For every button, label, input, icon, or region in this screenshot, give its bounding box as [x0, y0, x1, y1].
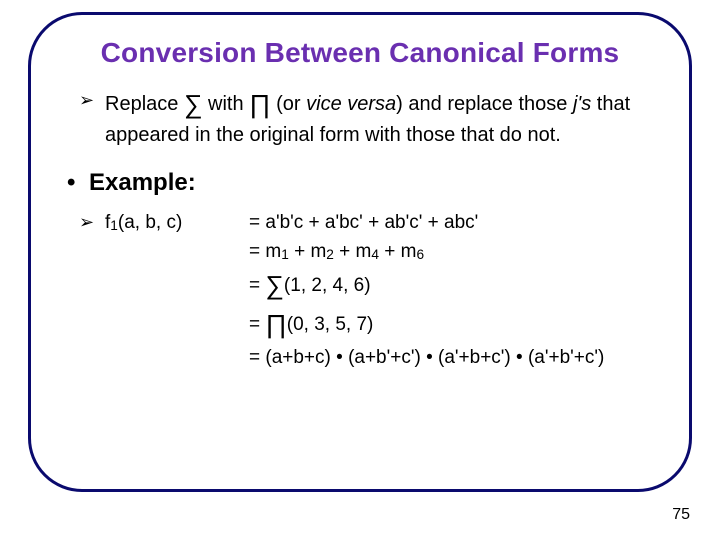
- slide-title: Conversion Between Canonical Forms: [59, 37, 661, 69]
- sigma-symbol-2: ∑: [265, 270, 284, 300]
- pi-symbol: ∏: [249, 89, 270, 119]
- example-heading: Example:: [67, 167, 661, 199]
- eq-rhs-5: = (a+b+c) • (a+b'+c') • (a'+b+c') • (a'+…: [249, 344, 661, 373]
- eq-pos: (a+b+c) • (a+b'+c') • (a'+b+c') • (a'+b'…: [265, 347, 604, 368]
- pi-symbol-2: ∏: [265, 309, 286, 339]
- eq-m-pre: m: [265, 241, 281, 262]
- eq-m2: 2: [326, 247, 334, 262]
- eq-m-plus-a: + m: [289, 241, 326, 262]
- eq-fn-sub: 1: [110, 218, 118, 233]
- slide-frame: Conversion Between Canonical Forms Repla…: [28, 12, 692, 492]
- eq-lhs-blank-4: [105, 305, 249, 344]
- eq-row-4: = ∏(0, 3, 5, 7): [105, 305, 661, 344]
- eq-m-plus-b: + m: [334, 241, 371, 262]
- eq-row-3: = ∑(1, 2, 4, 6): [105, 266, 661, 305]
- eq-m1: 1: [281, 247, 289, 262]
- eq-sign-5: =: [249, 347, 265, 368]
- equation-block: f1(a, b, c) = a'b'c + a'bc' + ab'c' + ab…: [105, 209, 661, 373]
- rule-text-mid1: with: [202, 93, 249, 115]
- eq-lhs: f1(a, b, c): [105, 209, 249, 238]
- eq-row-1: f1(a, b, c) = a'b'c + a'bc' + ab'c' + ab…: [105, 209, 661, 238]
- slide: Conversion Between Canonical Forms Repla…: [0, 0, 720, 540]
- rule-viceversa: vice versa: [306, 93, 396, 115]
- page-number: 75: [672, 506, 690, 524]
- eq-row-2: = m1 + m2 + m4 + m6: [105, 238, 661, 267]
- eq-fn-args: (a, b, c): [118, 212, 182, 233]
- eq-pi-args: (0, 3, 5, 7): [287, 314, 374, 335]
- eq-m-plus-c: + m: [379, 241, 416, 262]
- sigma-symbol: ∑: [184, 89, 203, 119]
- eq-lhs-blank-2: [105, 238, 249, 267]
- eq-lhs-blank-5: [105, 344, 249, 373]
- eq-sign-1: =: [249, 212, 265, 233]
- eq-rhs-3: = ∑(1, 2, 4, 6): [249, 266, 661, 305]
- eq-rhs-1: = a'b'c + a'bc' + ab'c' + abc': [249, 209, 661, 238]
- rule-bullet: Replace ∑ with ∏ (or vice versa) and rep…: [79, 87, 661, 149]
- eq-lhs-blank-3: [105, 266, 249, 305]
- eq-sop: a'b'c + a'bc' + ab'c' + abc': [265, 212, 478, 233]
- eq-row-5: = (a+b+c) • (a+b'+c') • (a'+b+c') • (a'+…: [105, 344, 661, 373]
- slide-body: Replace ∑ with ∏ (or vice versa) and rep…: [59, 87, 661, 373]
- rule-text-mid3: ) and replace those: [396, 93, 573, 115]
- eq-sign-3: =: [249, 275, 265, 296]
- eq-sigma-args: (1, 2, 4, 6): [284, 275, 371, 296]
- rule-text-mid2: (or: [271, 93, 307, 115]
- rule-text-pre: Replace: [105, 93, 184, 115]
- eq-rhs-2: = m1 + m2 + m4 + m6: [249, 238, 661, 267]
- eq-m6: 6: [416, 247, 424, 262]
- example-bullet: f1(a, b, c) = a'b'c + a'bc' + ab'c' + ab…: [79, 209, 661, 373]
- eq-sign-2: =: [249, 241, 265, 262]
- eq-m4: 4: [371, 247, 379, 262]
- eq-sign-4: =: [249, 314, 265, 335]
- eq-rhs-4: = ∏(0, 3, 5, 7): [249, 305, 661, 344]
- rule-js: j's: [573, 93, 591, 115]
